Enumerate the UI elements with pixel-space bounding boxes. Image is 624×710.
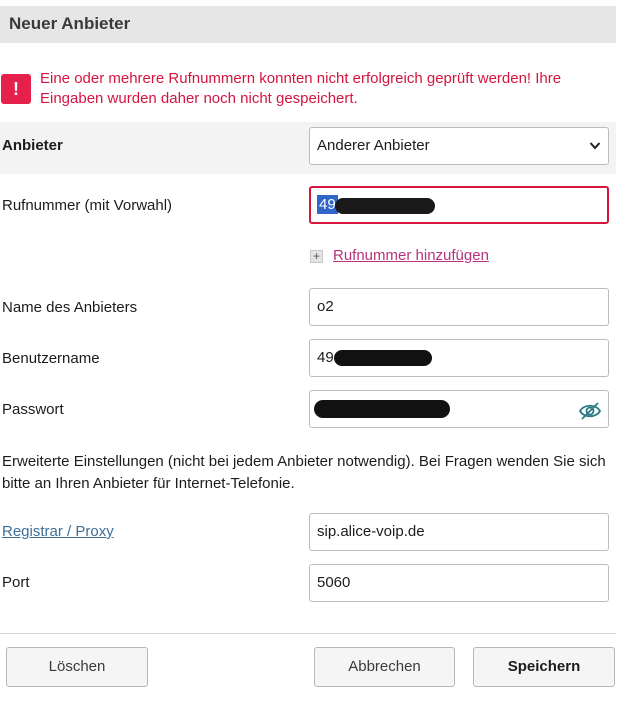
plus-icon: + [310, 250, 323, 263]
cancel-button[interactable]: Abbrechen [314, 647, 455, 687]
advanced-settings-text: Erweiterte Einstellungen (nicht bei jede… [2, 453, 606, 492]
provider-name-label: Name des Anbieters [2, 299, 138, 316]
redaction-mark [335, 198, 435, 214]
exclamation-icon: ! [1, 74, 31, 104]
section-title: Neuer Anbieter [9, 14, 131, 33]
error-text: Eine oder mehrere Rufnummern konnten nic… [40, 69, 610, 109]
username-value: 49 [317, 349, 334, 366]
phone-input[interactable]: 49 [309, 186, 609, 224]
chevron-down-icon [589, 128, 601, 178]
registrar-proxy-link[interactable]: Registrar / Proxy [2, 523, 114, 540]
eye-slash-icon[interactable] [578, 399, 602, 420]
section-header: Neuer Anbieter [0, 6, 616, 43]
provider-selected-value: Anderer Anbieter [317, 137, 430, 154]
provider-select[interactable]: Anderer Anbieter [309, 127, 609, 165]
port-label: Port [2, 574, 30, 591]
error-line-2: Eingaben wurden daher noch nicht gespeic… [40, 90, 358, 107]
port-value: 5060 [317, 574, 351, 591]
registrar-input[interactable]: sip.alice-voip.de [309, 513, 609, 551]
port-input[interactable]: 5060 [309, 564, 609, 602]
registrar-value: sip.alice-voip.de [317, 523, 425, 540]
add-number-link[interactable]: Rufnummer hinzufügen [333, 247, 489, 264]
error-message: ! Eine oder mehrere Rufnummern konnten n… [0, 62, 616, 122]
password-label: Passwort [2, 401, 64, 418]
redaction-mark [314, 400, 450, 418]
provider-name-input[interactable]: o2 [309, 288, 609, 326]
error-line-1: Eine oder mehrere Rufnummern konnten nic… [40, 70, 562, 87]
new-provider-page: Neuer Anbieter ! Eine oder mehrere Rufnu… [0, 0, 624, 710]
password-input[interactable] [309, 390, 609, 428]
redaction-mark [334, 350, 432, 366]
phone-label: Rufnummer (mit Vorwahl) [2, 197, 173, 214]
provider-name-value: o2 [317, 298, 334, 315]
footer-divider [0, 633, 616, 634]
provider-label: Anbieter [2, 137, 63, 154]
save-button[interactable]: Speichern [473, 647, 615, 687]
username-input[interactable]: 49 [309, 339, 609, 377]
delete-button[interactable]: Löschen [6, 647, 148, 687]
username-label: Benutzername [2, 350, 100, 367]
